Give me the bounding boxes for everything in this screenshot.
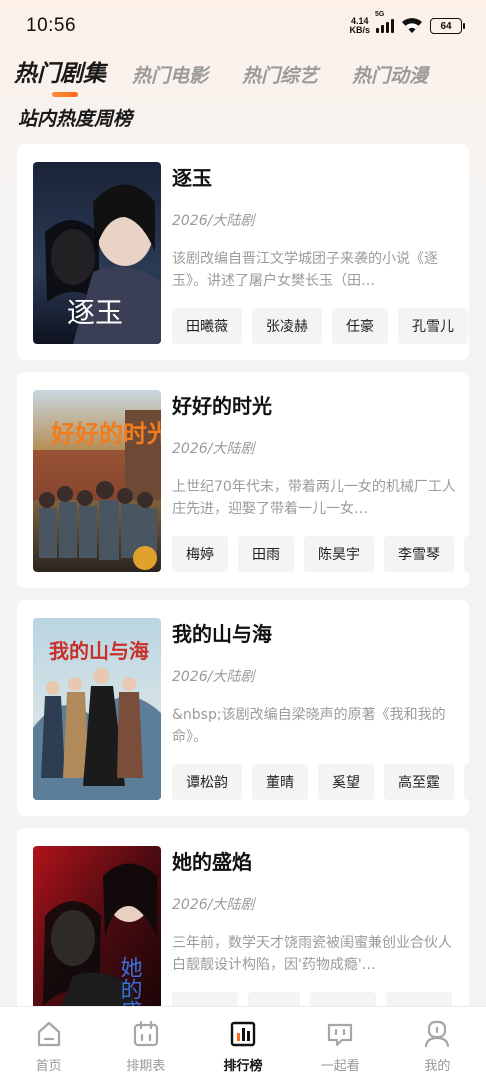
show-title[interactable]: 她的盛焰 — [172, 846, 252, 875]
bottom-nav: 首页 排期表 排行榜 一起看 我的 — [0, 1006, 486, 1080]
status-time: 10:56 — [26, 15, 77, 36]
nav-schedule[interactable]: 排期表 — [97, 1007, 194, 1080]
ranking-icon — [230, 1021, 256, 1047]
cast-list: 梅婷 田雨 陈昊宇 李雪琴 — [172, 536, 469, 574]
cast-chip[interactable]: 谭松韵 — [172, 764, 242, 800]
show-description: 三年前，数学天才饶雨瓷被闺蜜兼创业合伙人白靓靓设计构陷，因'药物成瘾'… — [172, 935, 452, 973]
section-title: 站内热度周榜 — [18, 108, 133, 130]
cast-list: 谭松韵 董晴 奚望 高至霆 — [172, 764, 469, 802]
cast-chip[interactable]: 孔雪儿 — [398, 308, 468, 344]
show-meta: 2026/大陆剧 — [172, 897, 255, 913]
tab-hot-variety[interactable]: 热门综艺 — [242, 61, 318, 88]
watch-together-icon — [328, 1023, 353, 1047]
cast-chip[interactable]: 陈昊宇 — [304, 536, 374, 572]
show-description: 该剧改编自晋江文学城团子来袭的小说《逐玉》。讲述了屠户女樊长玉（田… — [172, 251, 438, 289]
status-icons: 4.14 KB/s 5G 64 — [349, 11, 465, 35]
cast-chip[interactable]: 田曦薇 — [172, 308, 242, 344]
show-title[interactable]: 好好的时光 — [172, 390, 272, 419]
nav-profile[interactable]: 我的 — [389, 1007, 486, 1080]
show-card[interactable]: 逐玉 逐玉 2026/大陆剧 该剧改编自晋江文学城团子来袭的小说《逐玉》。讲述了… — [17, 144, 469, 360]
cast-list: 田曦薇 张凌赫 任豪 孔雪儿 — [172, 308, 469, 346]
nav-home[interactable]: 首页 — [0, 1007, 97, 1080]
show-description: 上世纪70年代末，带着两儿一女的机械厂工人庄先进，迎娶了带着一儿一女… — [172, 479, 456, 517]
show-title[interactable]: 逐玉 — [172, 162, 212, 191]
poster-title-text: 好好的时光 — [50, 419, 161, 448]
show-meta: 2026/大陆剧 — [172, 441, 255, 457]
profile-icon — [425, 1020, 450, 1048]
active-tab-indicator — [52, 92, 78, 97]
cellular-signal-icon: 5G — [375, 11, 394, 33]
cast-chip[interactable]: 任豪 — [332, 308, 388, 344]
nav-watch-together[interactable]: 一起看 — [292, 1007, 389, 1080]
show-title[interactable]: 我的山与海 — [172, 618, 272, 647]
wifi-icon — [402, 18, 422, 33]
home-icon — [37, 1021, 60, 1047]
cast-chip[interactable]: 梅婷 — [172, 536, 228, 572]
tab-hot-anime[interactable]: 热门动漫 — [352, 61, 428, 88]
poster-image[interactable]: 我的山与海 — [33, 618, 161, 800]
poster-image[interactable]: 逐玉 — [33, 162, 161, 344]
cast-chip[interactable]: 高至霆 — [384, 764, 454, 800]
cast-chip[interactable]: 董晴 — [252, 764, 308, 800]
cast-chip[interactable] — [464, 536, 469, 572]
cast-chip[interactable] — [464, 764, 469, 800]
poster-image[interactable]: 她的盛焰 — [33, 846, 161, 1028]
show-description: &nbsp;该剧改编自梁晓声的原著《我和我的命》。 — [172, 707, 446, 745]
cast-chip[interactable]: 张凌赫 — [252, 308, 322, 344]
status-bar: 10:56 4.14 KB/s 5G 64 — [0, 0, 486, 52]
tab-hot-series[interactable]: 热门剧集 — [14, 54, 106, 88]
poster-image[interactable]: 好好的时光 — [33, 390, 161, 572]
show-card[interactable]: 好好的时光 好好的时光 2026/大陆剧 上世纪70年代末，带着两儿一女的机械厂… — [17, 372, 469, 588]
show-meta: 2026/大陆剧 — [172, 669, 255, 685]
category-tabs: 热门剧集 热门电影 热门综艺 热门动漫 — [14, 54, 462, 88]
nav-ranking[interactable]: 排行榜 — [194, 1007, 291, 1080]
cast-chip[interactable]: 奚望 — [318, 764, 374, 800]
cast-chip[interactable]: 李雪琴 — [384, 536, 454, 572]
poster-title-text: 我的山与海 — [49, 639, 149, 663]
network-speed: 4.14 KB/s — [349, 16, 370, 35]
tab-hot-movies[interactable]: 热门电影 — [132, 61, 208, 88]
cast-chip[interactable]: 田雨 — [238, 536, 294, 572]
battery-icon: 64 — [430, 18, 465, 34]
show-meta: 2026/大陆剧 — [172, 213, 255, 229]
calendar-icon — [133, 1020, 158, 1047]
poster-title-text: 逐玉 — [67, 296, 123, 329]
show-card[interactable]: 我的山与海 我的山与海 2026/大陆剧 &nbsp;该剧改编自梁晓声的原著《我… — [17, 600, 469, 816]
